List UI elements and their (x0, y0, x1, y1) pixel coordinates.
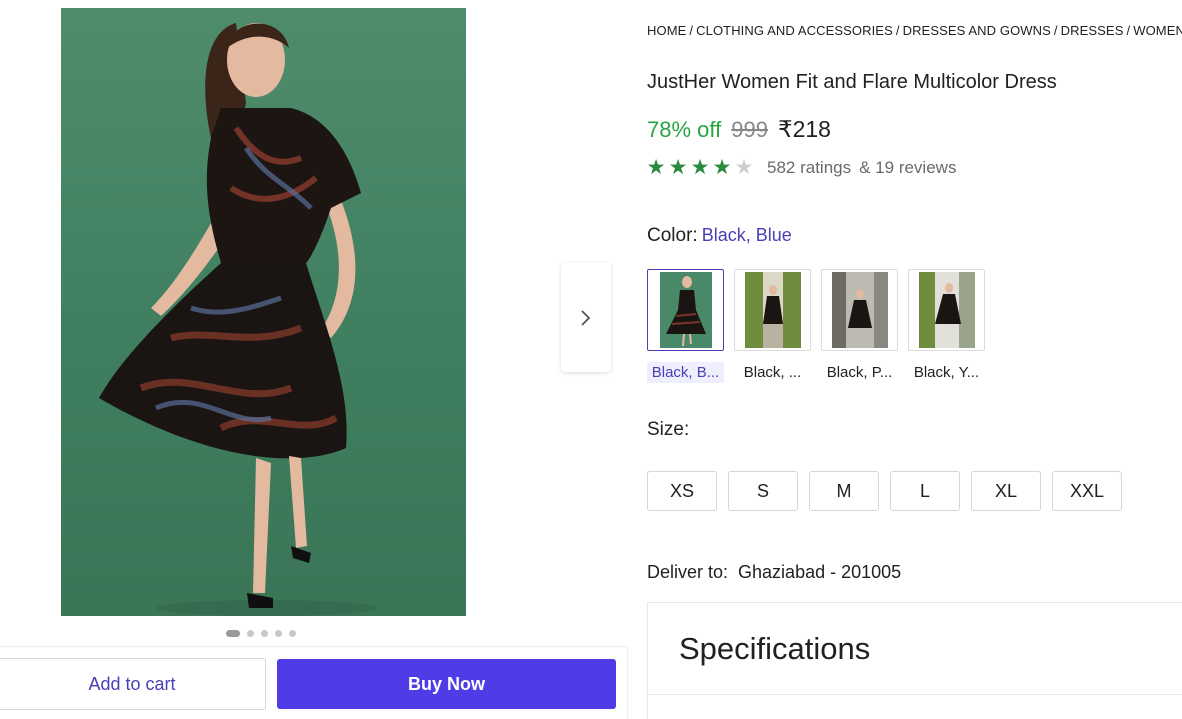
swatch-image-icon (918, 272, 975, 348)
carousel-dots (226, 630, 296, 637)
delivery-info[interactable]: Deliver to: Ghaziabad - 201005 (647, 562, 901, 583)
color-option-thumbnail (734, 269, 811, 351)
main-product-image[interactable] (61, 8, 466, 616)
carousel-dot[interactable] (289, 630, 296, 637)
divider (648, 694, 1182, 695)
price-row: 78% off 999 ₹218 (647, 116, 831, 143)
swatch-image-icon (744, 272, 801, 348)
color-option[interactable]: Black, B... (647, 269, 724, 383)
breadcrumb-item[interactable]: DRESSES (1061, 23, 1124, 38)
size-option-xs[interactable]: XS (647, 471, 717, 511)
rating-stars: ★ ★ ★ ★ ★ (645, 157, 755, 178)
swatch-image-icon (659, 272, 712, 348)
star-empty-icon: ★ (734, 156, 754, 179)
buy-now-button[interactable]: Buy Now (277, 659, 616, 709)
breadcrumb-item[interactable]: HOME (647, 23, 686, 38)
selected-color: Black, Blue (701, 225, 792, 245)
chevron-right-icon (581, 309, 591, 326)
carousel-dot[interactable] (261, 630, 268, 637)
size-option-l[interactable]: L (890, 471, 960, 511)
reviews-count: & 19 reviews (859, 157, 957, 177)
size-options: XS S M L XL XXL (647, 471, 1122, 511)
color-label: Color: Black, Blue (647, 225, 792, 247)
color-option-thumbnail (647, 269, 724, 351)
size-option-m[interactable]: M (809, 471, 879, 511)
specifications-section: Specifications (647, 602, 1182, 719)
color-option[interactable]: Black, ... (734, 269, 811, 383)
delivery-label: Deliver to: (647, 562, 729, 582)
breadcrumb-item[interactable]: WOMEN'S DRESSES (1133, 23, 1182, 38)
dress-model-photo (99, 23, 376, 616)
carousel-dot[interactable] (247, 630, 254, 637)
star-icon: ★ (712, 156, 732, 179)
carousel-dot[interactable] (226, 630, 240, 637)
star-icon: ★ (646, 156, 666, 179)
color-option-label: Black, P... (826, 364, 893, 381)
color-option-label: Black, ... (743, 364, 802, 381)
breadcrumb: HOME / CLOTHING AND ACCESSORIES / DRESSES AN… (647, 23, 1182, 38)
discount-percent: 78% off (647, 117, 722, 142)
star-icon: ★ (690, 156, 710, 179)
size-option-xl[interactable]: XL (971, 471, 1041, 511)
original-price: 999 (731, 117, 768, 142)
delivery-location: Ghaziabad - 201005 (738, 562, 902, 582)
breadcrumb-item[interactable]: DRESSES AND GOWNS (903, 23, 1051, 38)
size-option-s[interactable]: S (728, 471, 798, 511)
cta-bar: Add to cart Buy Now (0, 646, 628, 719)
add-to-cart-button[interactable]: Add to cart (0, 658, 266, 710)
color-option[interactable]: Black, Y... (908, 269, 985, 383)
color-option-label: Black, B... (647, 362, 724, 383)
color-label-text: Color: (647, 225, 698, 246)
star-icon: ★ (668, 156, 688, 179)
swatch-image-icon (831, 272, 888, 348)
color-option[interactable]: Black, P... (821, 269, 898, 383)
selling-price: ₹218 (777, 116, 831, 142)
breadcrumb-item[interactable]: CLOTHING AND ACCESSORIES (696, 23, 893, 38)
color-option-thumbnail (908, 269, 985, 351)
size-label: Size: (647, 419, 690, 440)
size-option-xxl[interactable]: XXL (1052, 471, 1122, 511)
color-option-thumbnail (821, 269, 898, 351)
product-title: JustHer Women Fit and Flare Multicolor D… (647, 71, 1057, 93)
carousel-dot[interactable] (275, 630, 282, 637)
specifications-heading: Specifications (679, 631, 871, 666)
next-image-button[interactable] (561, 263, 611, 372)
color-option-label: Black, Y... (913, 364, 980, 381)
rating-row[interactable]: ★ ★ ★ ★ ★ 582 ratings & 19 reviews (645, 157, 957, 178)
ratings-count: 582 ratings (767, 157, 852, 177)
color-swatches: Black, B... Black, ... Black, P... Black… (647, 269, 985, 383)
